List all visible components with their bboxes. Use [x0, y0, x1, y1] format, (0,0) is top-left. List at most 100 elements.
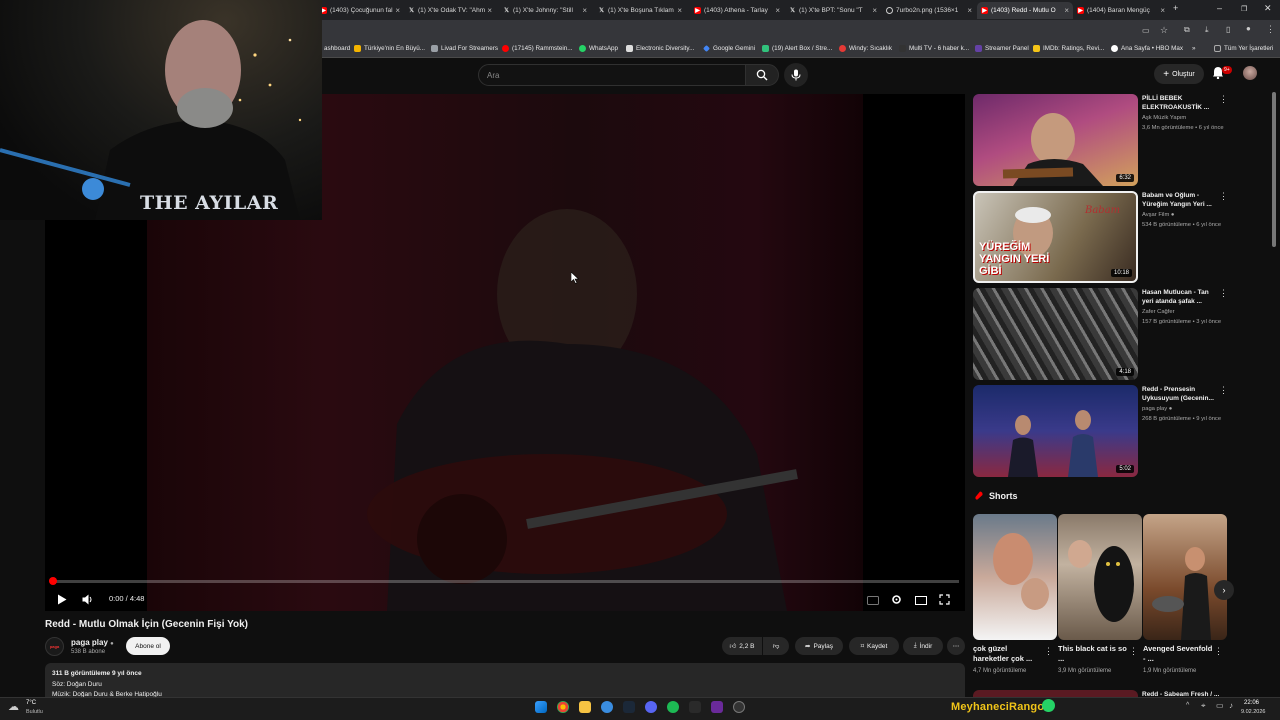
- clock-time[interactable]: 22:06: [1244, 700, 1259, 706]
- browser-tab[interactable]: 𝕏 (1) X'te Boşuna Tıklam ×: [594, 2, 686, 19]
- more-icon[interactable]: ⋮: [1219, 288, 1228, 299]
- chevron-up-icon[interactable]: ^: [1186, 702, 1189, 709]
- chrome-icon[interactable]: [557, 701, 569, 713]
- browser-tab[interactable]: ▶ (1403) Athena - Tarlay ×: [690, 2, 784, 19]
- recommended-video[interactable]: 6:32 PİLLİ BEBEK ELEKTROAKUSTİK ... Aşk …: [973, 94, 1233, 186]
- bookmark-item[interactable]: Multi TV - 6 haber k...: [899, 45, 969, 52]
- subtitles-button[interactable]: [867, 592, 879, 610]
- bookmark-item[interactable]: Google Gemini: [703, 45, 755, 52]
- weather-temperature[interactable]: 7°C: [26, 700, 36, 706]
- fullscreen-button[interactable]: [939, 592, 950, 610]
- spotify-icon[interactable]: [667, 701, 679, 713]
- bookmark-item[interactable]: Windy: Sıcaklık: [839, 45, 892, 52]
- bookmark-item[interactable]: (19) Alert Box / Stre...: [762, 45, 832, 52]
- like-button[interactable]: 👍︎ 2,2 B: [722, 637, 762, 655]
- minimize-button[interactable]: –: [1217, 3, 1222, 13]
- browser-tab-active[interactable]: ▶ (1403) Redd - Mutlu O ×: [977, 2, 1073, 19]
- download-button[interactable]: ⤓ İndir: [903, 637, 943, 655]
- all-bookmarks[interactable]: Tüm Yer İşaretleri: [1214, 45, 1273, 52]
- bookmark-item[interactable]: Türkiye'nin En Büyü...: [354, 45, 425, 52]
- star-icon[interactable]: ☆: [1160, 25, 1168, 36]
- obs-icon[interactable]: [733, 701, 745, 713]
- dislike-button[interactable]: 👎︎: [763, 637, 789, 655]
- subscribe-button[interactable]: Abone ol: [126, 637, 170, 655]
- window-close-button[interactable]: ✕: [1264, 3, 1272, 14]
- progress-scrubber[interactable]: [49, 577, 57, 585]
- more-icon[interactable]: ⋮: [1214, 646, 1223, 657]
- bookmark-item[interactable]: WhatsApp: [579, 45, 618, 52]
- volume-button[interactable]: [82, 592, 94, 610]
- search-input[interactable]: Ara: [478, 64, 746, 86]
- more-bookmarks-icon[interactable]: »: [1192, 45, 1196, 52]
- close-icon[interactable]: ×: [775, 6, 780, 15]
- scrollbar[interactable]: [1272, 92, 1276, 247]
- bookmark-item[interactable]: ashboard: [324, 45, 350, 52]
- recommended-video[interactable]: 5:02 Redd - Prensesin Uykusuyum (Gecenin…: [973, 385, 1233, 477]
- browser-tab[interactable]: 𝕏 (1) X'te BPT: "Sonu "T ×: [785, 2, 881, 19]
- more-icon[interactable]: ⋮: [1266, 24, 1275, 35]
- browser-tab[interactable]: 𝕏 (1) X'te Odak TV: "Ahm ×: [404, 2, 496, 19]
- short-thumbnail[interactable]: [973, 514, 1057, 640]
- create-button[interactable]: + Oluştur: [1154, 64, 1204, 84]
- bookmark-item[interactable]: Ana Sayfa • HBO Max: [1111, 45, 1183, 52]
- short-title[interactable]: çok güzel hareketler çok ...: [973, 644, 1045, 664]
- bookmark-item[interactable]: (17145) Rammstein...: [502, 45, 573, 52]
- bookmark-item[interactable]: Electronic Diversity...: [626, 45, 694, 52]
- more-icon[interactable]: ⋮: [1044, 646, 1053, 657]
- browser-tab[interactable]: 7urbo2n.png (1536×1 ×: [882, 2, 976, 19]
- close-icon[interactable]: ×: [582, 6, 587, 15]
- bookmark-item[interactable]: Streamer Panel: [975, 45, 1029, 52]
- network-icon[interactable]: ▭: [1216, 701, 1224, 710]
- short-thumbnail[interactable]: [1143, 514, 1227, 640]
- save-button[interactable]: ⌑ Kaydet: [849, 637, 899, 655]
- bookmark-item[interactable]: Livad For Streamers: [431, 45, 498, 52]
- browser-tab[interactable]: ▶ (1404) Baran Mengüç ×: [1073, 2, 1169, 19]
- recommended-video[interactable]: Babam YÜREĞİM YANGIN YERİ GİBİ 10:18 Bab…: [973, 191, 1233, 283]
- close-icon[interactable]: ×: [487, 6, 492, 15]
- close-icon[interactable]: ×: [677, 6, 682, 15]
- bookmark-item[interactable]: IMDb: Ratings, Revi...: [1033, 45, 1104, 52]
- maximize-button[interactable]: ❐: [1241, 5, 1247, 13]
- app-icon[interactable]: [689, 701, 701, 713]
- new-tab-button[interactable]: +: [1173, 3, 1178, 13]
- browser-tab[interactable]: ▶ (1403) Çocuğunun fal ×: [316, 2, 404, 19]
- menu-icon[interactable]: ▯: [1226, 25, 1230, 34]
- file-explorer-icon[interactable]: [579, 701, 591, 713]
- theater-mode-button[interactable]: [915, 592, 927, 610]
- channel-logo[interactable]: paga: [45, 637, 64, 656]
- cast-icon[interactable]: ▭: [1142, 26, 1150, 35]
- extensions-icon[interactable]: ⧉: [1184, 25, 1190, 35]
- windows-start-icon[interactable]: [535, 701, 547, 713]
- share-button[interactable]: ➦ Paylaş: [795, 637, 843, 655]
- play-button[interactable]: [57, 592, 67, 610]
- speaker-icon[interactable]: ♪: [1229, 701, 1233, 710]
- more-icon[interactable]: ⋮: [1219, 191, 1228, 202]
- close-icon[interactable]: ×: [967, 6, 972, 15]
- recommended-video[interactable]: 4:18 Hasan Mutlucan - Tan yeri atanda şa…: [973, 288, 1233, 380]
- browser-tab[interactable]: 𝕏 (1) X'te Johnny: "Still ×: [499, 2, 591, 19]
- video-thumbnail[interactable]: [973, 690, 1138, 697]
- search-button[interactable]: [745, 64, 779, 86]
- shorts-next-button[interactable]: ›: [1214, 580, 1234, 600]
- close-icon[interactable]: ×: [395, 6, 400, 15]
- channel-name[interactable]: paga play ●: [71, 638, 114, 647]
- short-title[interactable]: Avenged Sevenfold - ...: [1143, 644, 1215, 664]
- short-title[interactable]: This black cat is so ...: [1058, 644, 1130, 664]
- progress-bar[interactable]: [51, 580, 959, 583]
- settings-button[interactable]: [891, 592, 902, 610]
- app-icon[interactable]: [711, 701, 723, 713]
- close-icon[interactable]: ×: [872, 6, 877, 15]
- voice-search-button[interactable]: [784, 63, 808, 87]
- more-icon[interactable]: ⋮: [1219, 94, 1228, 105]
- more-icon[interactable]: ⋮: [1129, 646, 1138, 657]
- short-thumbnail[interactable]: [1058, 514, 1142, 640]
- discord-icon[interactable]: [645, 701, 657, 713]
- steam-icon[interactable]: [623, 701, 635, 713]
- profile-icon[interactable]: ●: [1246, 24, 1251, 33]
- more-actions-button[interactable]: ⋯: [947, 637, 965, 655]
- edge-icon[interactable]: [601, 701, 613, 713]
- close-icon[interactable]: ×: [1064, 6, 1069, 15]
- avatar[interactable]: [1243, 66, 1257, 80]
- download-icon[interactable]: ⤓: [1205, 25, 1209, 35]
- close-icon[interactable]: ×: [1160, 6, 1165, 15]
